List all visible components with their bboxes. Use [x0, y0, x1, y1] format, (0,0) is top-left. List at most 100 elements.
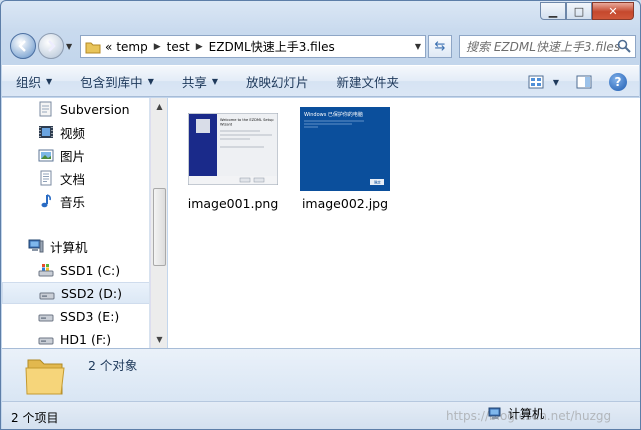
preview-pane-icon: [576, 75, 592, 89]
file-thumbnail: Windows 已保护你的电脑 确定: [299, 106, 391, 192]
refresh-icon: ⇆: [434, 39, 446, 54]
nav-label: HD1 (F:): [60, 331, 112, 347]
nav-label: 文档: [60, 171, 86, 187]
nav-item-computer[interactable]: 计算机: [2, 235, 149, 257]
status-location: 计算机: [488, 405, 544, 422]
status-bar: 2 个项目 https://blog.csdn.net/huzgg 计算机: [2, 401, 640, 429]
new-folder-label: 新建文件夹: [336, 74, 400, 90]
help-icon: ?: [609, 73, 627, 91]
help-button[interactable]: ?: [607, 71, 629, 93]
nav-item-ssd2[interactable]: SSD2 (D:): [2, 282, 149, 304]
file-item-image001[interactable]: Welcome to the EZDML Setup Wizard image0…: [178, 106, 288, 211]
documents-library-icon: [40, 170, 52, 186]
close-button[interactable]: ✕: [592, 2, 634, 20]
scroll-up-icon[interactable]: ▲: [151, 98, 168, 115]
breadcrumb-temp[interactable]: temp: [116, 40, 147, 54]
selection-count: 2 个对象: [88, 358, 138, 373]
file-thumbnail: Welcome to the EZDML Setup Wizard: [187, 106, 279, 192]
back-arrow-icon: [18, 40, 26, 52]
breadcrumb-current-folder[interactable]: EZDML快速上手3.files: [209, 38, 335, 55]
new-folder-button[interactable]: 新建文件夹: [337, 72, 400, 91]
pictures-library-icon: [38, 149, 54, 162]
address-bar[interactable]: « temp ▶ test ▶ EZDML快速上手3.files ▼: [80, 35, 426, 58]
nav-item-video[interactable]: 视频: [2, 121, 149, 143]
share-menu[interactable]: 共享 ▼: [182, 72, 218, 91]
explorer-window: ▁ □ ✕ ▼ « temp ▶ test ▶ EZDML快速上手3.files…: [0, 0, 641, 430]
file-list: Welcome to the EZDML Setup Wizard image0…: [168, 98, 640, 348]
nav-label: 视频: [60, 125, 86, 141]
caption-buttons: ▁ □ ✕: [540, 2, 634, 20]
smartscreen-thumbnail: Windows 已保护你的电脑 确定: [300, 107, 390, 191]
drive-icon: [38, 314, 54, 322]
location-label: 计算机: [508, 407, 545, 421]
address-dropdown-icon[interactable]: ▼: [415, 42, 421, 51]
item-count: 2 个项目: [11, 411, 59, 425]
system-drive-icon: [38, 264, 54, 277]
wizard-title-text: Wizard: [220, 123, 232, 127]
nav-item-ssd3[interactable]: SSD3 (E:): [2, 305, 149, 327]
nav-label: Subversion: [60, 101, 130, 117]
refresh-button[interactable]: ⇆: [428, 35, 452, 58]
video-library-icon: [39, 126, 53, 138]
command-bar: 组织 ▼ 包含到库中 ▼ 共享 ▼ 放映幻灯片 新建文件夹 ▼ ?: [2, 65, 639, 97]
file-item-image002[interactable]: Windows 已保护你的电脑 确定 image002.jpg: [290, 106, 400, 211]
nav-item-documents[interactable]: 文档: [2, 167, 149, 189]
chevron-down-icon: ▼: [211, 76, 219, 86]
minimize-button[interactable]: ▁: [540, 2, 566, 20]
nav-label: 计算机: [50, 239, 88, 255]
breadcrumb-test[interactable]: test: [167, 40, 190, 54]
scrollbar-thumb[interactable]: [153, 188, 166, 266]
details-pane: 2 个对象: [2, 348, 640, 401]
address-row: ▼ « temp ▶ test ▶ EZDML快速上手3.files ▼ ⇆ 搜…: [7, 28, 636, 62]
chevron-down-icon: ▼: [552, 77, 560, 87]
computer-icon: [28, 239, 44, 253]
computer-icon: [488, 407, 501, 419]
share-label: 共享: [181, 74, 207, 90]
drive-icon: [38, 337, 54, 345]
forward-button[interactable]: [38, 33, 64, 59]
nav-item-music[interactable]: 音乐: [2, 190, 149, 212]
search-placeholder: 搜索 EZDML快速上手3.files: [466, 40, 621, 54]
view-icon: [528, 75, 544, 89]
include-in-library-menu[interactable]: 包含到库中 ▼: [80, 72, 154, 91]
nav-item-subversion[interactable]: Subversion: [2, 98, 149, 120]
scroll-down-icon[interactable]: ▼: [151, 331, 168, 348]
chevron-right-icon[interactable]: ▶: [154, 42, 161, 52]
slideshow-button[interactable]: 放映幻灯片: [246, 72, 309, 91]
nav-label: 音乐: [60, 194, 86, 210]
smartscreen-header-text: Windows 已保护你的电脑: [304, 111, 363, 118]
smartscreen-ok-button: 确定: [374, 180, 381, 185]
view-options-dropdown[interactable]: ▼: [551, 71, 561, 93]
nav-item-hd1[interactable]: HD1 (F:): [2, 328, 149, 348]
navpane-scrollbar[interactable]: ▲ ▼: [150, 98, 167, 348]
forward-arrow-icon: [48, 40, 56, 52]
maximize-button[interactable]: □: [566, 2, 592, 20]
chevron-down-icon: ▼: [147, 76, 154, 86]
slideshow-label: 放映幻灯片: [246, 74, 309, 90]
nav-item-ssd1[interactable]: SSD1 (C:): [2, 259, 149, 281]
file-name: image002.jpg: [301, 196, 389, 211]
toolbar-right-group: ▼ ?: [511, 71, 629, 93]
nav-label: SSD2 (D:): [61, 285, 123, 301]
nav-label: SSD3 (E:): [60, 308, 120, 324]
music-library-icon: [41, 194, 51, 208]
include-in-library-label: 包含到库中: [80, 74, 143, 90]
breadcrumb-overflow[interactable]: «: [105, 40, 112, 54]
change-view-button[interactable]: [523, 71, 549, 93]
chevron-down-icon: ▼: [46, 76, 53, 86]
organize-menu[interactable]: 组织 ▼: [16, 72, 52, 91]
recent-pages-dropdown-icon[interactable]: ▼: [66, 42, 76, 52]
search-icon[interactable]: [617, 39, 631, 53]
navigation-pane: Subversion 视频 图片 文档 音乐 计算机 SSD1 (C:) SSD…: [2, 98, 150, 348]
nav-item-pictures[interactable]: 图片: [2, 144, 149, 166]
preview-pane-button[interactable]: [573, 71, 595, 93]
drive-icon: [39, 292, 55, 300]
subversion-icon: [39, 101, 52, 117]
organize-label: 组织: [16, 74, 42, 90]
setup-wizard-thumbnail: Welcome to the EZDML Setup Wizard: [188, 113, 278, 185]
search-input[interactable]: 搜索 EZDML快速上手3.files: [459, 35, 636, 58]
back-button[interactable]: [10, 33, 36, 59]
nav-label: 图片: [60, 148, 86, 164]
chevron-right-icon[interactable]: ▶: [196, 42, 203, 52]
folder-icon: [25, 359, 65, 395]
